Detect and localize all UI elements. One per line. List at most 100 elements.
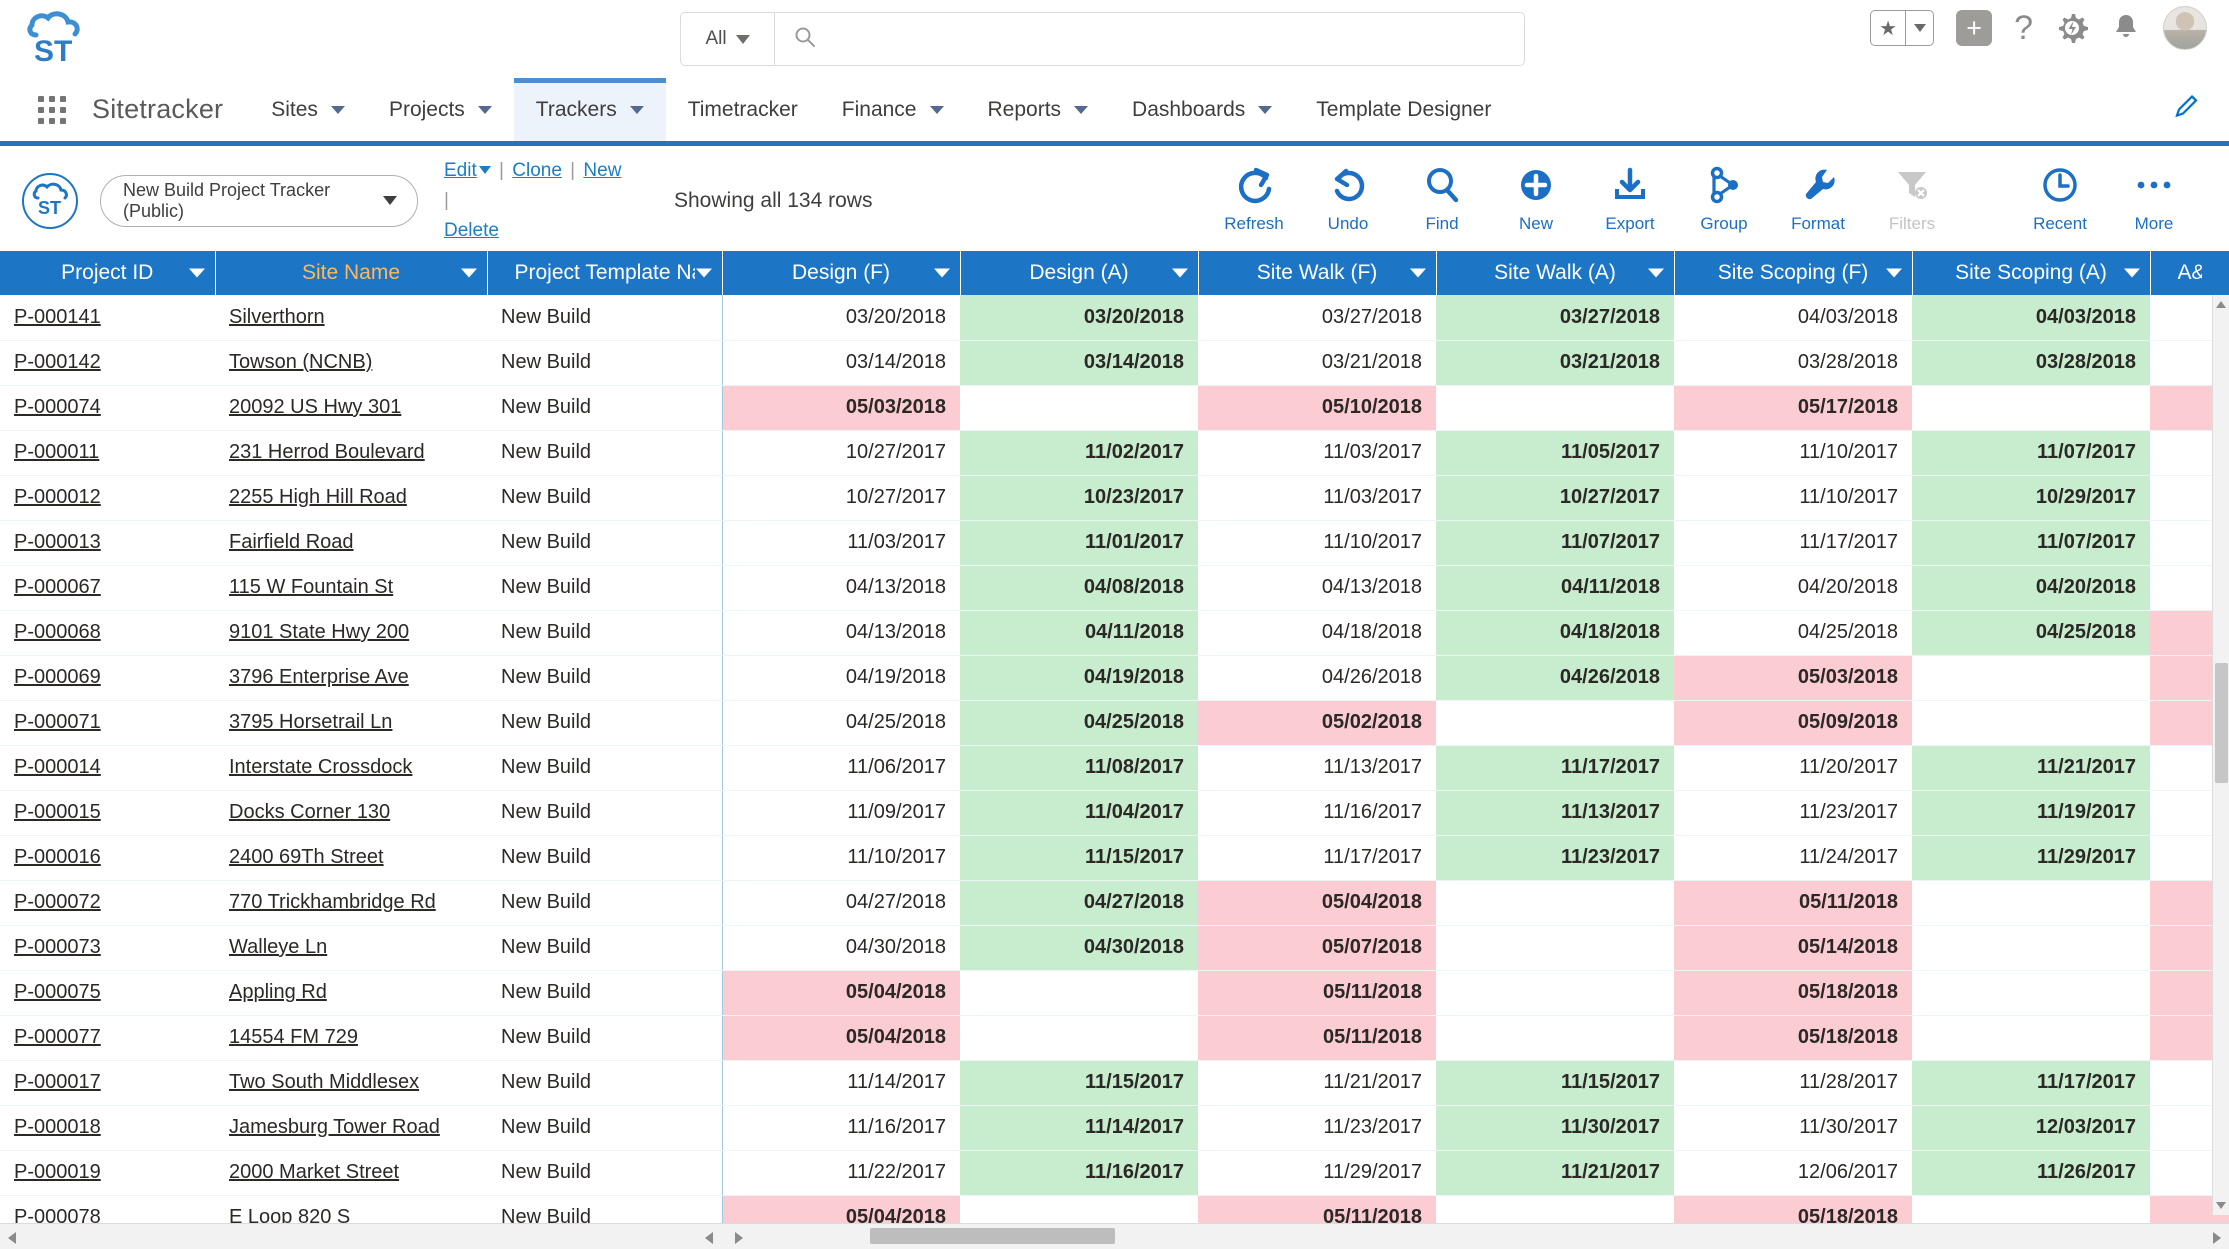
site_name-link[interactable]: 9101 State Hwy 200 <box>229 621 409 643</box>
table-row[interactable]: P-000075 Appling Rd New Build 05/04/2018 05/… <box>0 970 2229 1016</box>
filters-button[interactable]: Filters <box>1865 162 1959 234</box>
new-view-link[interactable]: New <box>583 160 621 181</box>
edit-dropdown-icon[interactable] <box>478 166 491 175</box>
favorites-dropdown-icon[interactable] <box>1905 11 1933 45</box>
new-button[interactable]: New <box>1489 162 1583 234</box>
table-row[interactable]: P-000012 2255 High Hill Road New Build 10/2… <box>0 475 2229 521</box>
project_id-link[interactable]: P-000141 <box>14 306 101 328</box>
project_id-link[interactable]: P-000017 <box>14 1071 101 1093</box>
column-menu-caret-icon[interactable] <box>1171 268 1188 278</box>
site_name-link[interactable]: Appling Rd <box>229 981 327 1003</box>
scroll-left-secondary-icon[interactable] <box>705 1232 713 1244</box>
column-header-site_name[interactable]: Site Name <box>215 251 488 295</box>
table-row[interactable]: P-000068 9101 State Hwy 200 New Build 04/13… <box>0 610 2229 656</box>
site_name-link[interactable]: 115 W Fountain St <box>229 576 393 598</box>
scroll-down-arrow-icon[interactable] <box>2216 1202 2226 1209</box>
vertical-scroll-thumb[interactable] <box>2215 663 2228 783</box>
nav-item-sites[interactable]: Sites <box>249 78 367 141</box>
site_name-link[interactable]: Silverthorn <box>229 306 325 328</box>
help-icon[interactable]: ? <box>2014 9 2033 48</box>
site_name-link[interactable]: 2255 High Hill Road <box>229 486 407 508</box>
site_name-link[interactable]: Jamesburg Tower Road <box>229 1116 440 1138</box>
project_id-link[interactable]: P-000019 <box>14 1161 101 1183</box>
column-header-site_walk_a[interactable]: Site Walk (A) <box>1436 251 1675 295</box>
horizontal-scrollbar[interactable] <box>0 1223 2229 1249</box>
column-menu-caret-icon[interactable] <box>460 268 477 278</box>
project_id-link[interactable]: P-000011 <box>14 441 99 463</box>
site_name-link[interactable]: 14554 FM 729 <box>229 1026 358 1048</box>
project_id-link[interactable]: P-000071 <box>14 711 101 733</box>
site_name-link[interactable]: 770 Trickhambridge Rd <box>229 891 436 913</box>
project_id-link[interactable]: P-000075 <box>14 981 101 1003</box>
format-button[interactable]: Format <box>1771 162 1865 234</box>
more-button[interactable]: More <box>2107 162 2201 234</box>
delete-view-link[interactable]: Delete <box>444 220 499 241</box>
site_name-link[interactable]: Two South Middlesex <box>229 1071 419 1093</box>
favorites-control[interactable]: ★ <box>1870 10 1935 46</box>
project_id-link[interactable]: P-000016 <box>14 846 101 868</box>
column-header-design_a[interactable]: Design (A) <box>960 251 1199 295</box>
column-header-site_scoping_f[interactable]: Site Scoping (F) <box>1674 251 1913 295</box>
column-header-ae_drawing[interactable]: A&E Drawing <box>2150 251 2229 295</box>
tracker-grid[interactable]: Project ID Site Name Project Template Name… <box>0 251 2229 1249</box>
global-search[interactable]: All <box>680 12 1525 66</box>
nav-item-trackers[interactable]: Trackers <box>513 78 666 141</box>
site_name-link[interactable]: 2400 69Th Street <box>229 846 384 868</box>
project_id-link[interactable]: P-000069 <box>14 666 101 688</box>
table-row[interactable]: P-000018 Jamesburg Tower Road New Build 11/… <box>0 1105 2229 1151</box>
site_name-link[interactable]: Walleye Ln <box>229 936 327 958</box>
pencil-icon[interactable] <box>2173 92 2203 127</box>
column-menu-caret-icon[interactable] <box>1885 268 1902 278</box>
site_name-link[interactable]: Docks Corner 130 <box>229 801 390 823</box>
project_id-link[interactable]: P-000073 <box>14 936 101 958</box>
table-row[interactable]: P-000013 Fairfield Road New Build 11/03/201… <box>0 520 2229 566</box>
nav-item-template-designer[interactable]: Template Designer <box>1294 78 1513 141</box>
edit-view-link[interactable]: Edit <box>444 160 477 181</box>
column-header-template[interactable]: Project Template Name <box>487 251 723 295</box>
user-avatar[interactable] <box>2163 6 2207 50</box>
vertical-scrollbar[interactable] <box>2212 295 2229 1215</box>
clone-view-link[interactable]: Clone <box>512 160 562 181</box>
project_id-link[interactable]: P-000014 <box>14 756 101 778</box>
site_name-link[interactable]: 3796 Enterprise Ave <box>229 666 409 688</box>
project_id-link[interactable]: P-000068 <box>14 621 101 643</box>
table-row[interactable]: P-000141 Silverthorn New Build 03/20/2018 03… <box>0 295 2229 341</box>
site_name-link[interactable]: 231 Herrod Boulevard <box>229 441 425 463</box>
column-header-site_walk_f[interactable]: Site Walk (F) <box>1198 251 1437 295</box>
table-row[interactable]: P-000019 2000 Market Street New Build 11/22… <box>0 1150 2229 1196</box>
nav-item-projects[interactable]: Projects <box>367 78 514 141</box>
site_name-link[interactable]: Interstate Crossdock <box>229 756 412 778</box>
site_name-link[interactable]: Towson (NCNB) <box>229 351 372 373</box>
table-row[interactable]: P-000142 Towson (NCNB) New Build 03/14/2018… <box>0 340 2229 386</box>
search-scope-dropdown[interactable]: All <box>681 13 775 65</box>
sitetracker-cloud-logo-icon[interactable]: ST <box>26 11 104 67</box>
column-header-design_f[interactable]: Design (F) <box>722 251 961 295</box>
column-menu-caret-icon[interactable] <box>1647 268 1664 278</box>
table-row[interactable]: P-000015 Docks Corner 130 New Build 11/09/2… <box>0 790 2229 836</box>
export-button[interactable]: Export <box>1583 162 1677 234</box>
project_id-link[interactable]: P-000072 <box>14 891 101 913</box>
project_id-link[interactable]: P-000012 <box>14 486 101 508</box>
site_name-link[interactable]: 3795 Horsetrail Ln <box>229 711 392 733</box>
scroll-right-arrow-icon[interactable] <box>2213 1232 2221 1244</box>
table-row[interactable]: P-000014 Interstate Crossdock New Build 11/… <box>0 745 2229 791</box>
project_id-link[interactable]: P-000074 <box>14 396 101 418</box>
column-menu-caret-icon[interactable] <box>1409 268 1426 278</box>
table-row[interactable]: P-000016 2400 69Th Street New Build 11/10/2… <box>0 835 2229 881</box>
nav-item-timetracker[interactable]: Timetracker <box>666 78 820 141</box>
search-input[interactable] <box>829 27 1524 51</box>
column-header-site_scoping_a[interactable]: Site Scoping (A) <box>1912 251 2151 295</box>
group-button[interactable]: Group <box>1677 162 1771 234</box>
nav-item-finance[interactable]: Finance <box>820 78 966 141</box>
table-row[interactable]: P-000072 770 Trickhambridge Rd New Build 04… <box>0 880 2229 926</box>
site_name-link[interactable]: 2000 Market Street <box>229 1161 399 1183</box>
tracker-view-select[interactable]: New Build Project Tracker (Public) <box>100 174 418 227</box>
nav-item-dashboards[interactable]: Dashboards <box>1110 78 1294 141</box>
horizontal-scroll-thumb[interactable] <box>870 1228 1115 1244</box>
site_name-link[interactable]: 20092 US Hwy 301 <box>229 396 401 418</box>
site_name-link[interactable]: Fairfield Road <box>229 531 354 553</box>
table-row[interactable]: P-000077 14554 FM 729 New Build 05/04/2018 0… <box>0 1015 2229 1061</box>
project_id-link[interactable]: P-000018 <box>14 1116 101 1138</box>
project_id-link[interactable]: P-000077 <box>14 1026 101 1048</box>
column-menu-caret-icon[interactable] <box>933 268 950 278</box>
